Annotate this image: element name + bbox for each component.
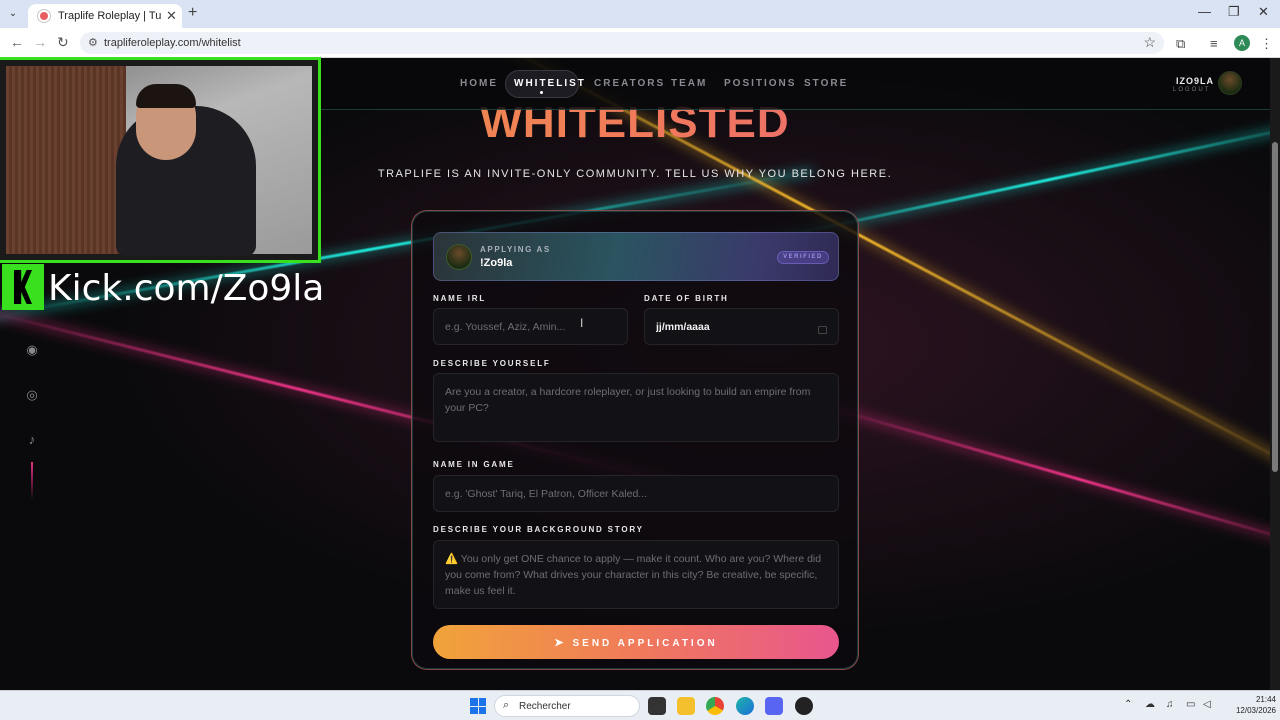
reload-icon[interactable]: ↻: [57, 34, 69, 51]
app-icon[interactable]: [795, 697, 813, 715]
text-cursor-icon: I: [580, 316, 584, 330]
webcam-background: [6, 66, 126, 254]
forward-icon[interactable]: →: [33, 34, 47, 50]
kick-banner: Kick.com/Zo9la: [2, 264, 324, 312]
browser-tab[interactable]: Traplife Roleplay | Tunisian GTA ✕: [28, 4, 182, 28]
streamer-hair: [136, 84, 196, 108]
scrollbar[interactable]: [1270, 58, 1280, 690]
nav-whitelist[interactable]: WHITELIST: [514, 78, 586, 89]
dob-label: DATE OF BIRTH: [644, 294, 729, 303]
profile-avatar[interactable]: A: [1234, 35, 1250, 51]
name-irl-label: NAME IRL: [433, 294, 487, 303]
nav-positions[interactable]: POSITIONS: [724, 78, 796, 89]
name-irl-input[interactable]: [433, 308, 628, 345]
search-icon: ⌕: [503, 699, 510, 711]
volume-icon[interactable]: ◁: [1203, 699, 1211, 710]
restore-icon[interactable]: ❐: [1228, 4, 1240, 20]
background-label: DESCRIBE YOUR BACKGROUND STORY: [433, 525, 644, 534]
clock-date: 12/03/2026: [1235, 706, 1276, 715]
close-window-icon[interactable]: ✕: [1258, 4, 1269, 20]
url-text: trapliferoleplay.com/whitelist: [104, 37, 241, 49]
extensions-icon[interactable]: ⧉: [1176, 36, 1185, 52]
user-avatar[interactable]: [1218, 71, 1242, 95]
whitelist-form: APPLYING AS !Zo9la VERIFIED NAME IRL DAT…: [411, 210, 859, 670]
task-view-icon[interactable]: [648, 697, 666, 715]
browser-tabbar: ⌄ Traplife Roleplay | Tunisian GTA ✕ + —…: [0, 0, 1280, 28]
windows-start-icon[interactable]: [470, 698, 486, 714]
send-icon: ➤: [554, 636, 567, 649]
light-beam: [791, 395, 1270, 564]
tiktok-icon[interactable]: ♪: [22, 430, 42, 450]
nav-store[interactable]: STORE: [804, 78, 848, 89]
network-icon[interactable]: ▭: [1186, 699, 1195, 710]
tab-title: Traplife Roleplay | Tunisian GTA: [58, 10, 162, 22]
discord-icon[interactable]: ◉: [22, 340, 42, 360]
applicant-name: !Zo9la: [480, 257, 513, 269]
nav-creators[interactable]: CREATORS: [594, 78, 665, 89]
background-textarea[interactable]: [433, 540, 839, 609]
ingame-label: NAME IN GAME: [433, 460, 515, 469]
kick-logo-icon: [2, 264, 44, 310]
tab-close-icon[interactable]: ✕: [166, 8, 177, 24]
logout-link[interactable]: LOGOUT: [1173, 87, 1210, 93]
social-divider: [31, 462, 33, 500]
microphone-icon[interactable]: ♫: [1166, 699, 1174, 710]
applying-label: APPLYING AS: [480, 245, 551, 254]
user-name: IZO9LA: [1176, 76, 1215, 86]
new-tab-icon[interactable]: +: [188, 4, 197, 22]
site-info-icon[interactable]: ⚙: [88, 36, 98, 49]
applying-as-banner: APPLYING AS !Zo9la VERIFIED: [433, 232, 839, 281]
verified-badge: VERIFIED: [777, 251, 829, 264]
media-icon[interactable]: ≡: [1210, 36, 1218, 51]
send-application-button[interactable]: ➤ SEND APPLICATION: [433, 625, 839, 659]
address-bar: ← → ↻ ⚙ trapliferoleplay.com/whitelist ☆…: [0, 28, 1280, 58]
applicant-avatar: [446, 244, 472, 270]
active-nav-dot: [540, 91, 543, 94]
dob-input[interactable]: [644, 308, 839, 345]
url-input[interactable]: ⚙ trapliferoleplay.com/whitelist ☆: [80, 32, 1164, 54]
tab-search-icon[interactable]: ⌄: [4, 5, 22, 23]
clock[interactable]: 21:44 12/03/2026: [1228, 694, 1276, 716]
taskbar-search-text: Rechercher: [519, 701, 571, 712]
instagram-icon[interactable]: ◎: [22, 385, 42, 405]
calendar-icon[interactable]: [818, 326, 827, 334]
bookmark-star-icon[interactable]: ☆: [1143, 34, 1156, 51]
describe-textarea[interactable]: [433, 373, 839, 442]
taskbar: ⌕ Rechercher ⌃ ☁ ♫ ▭ ◁ 21:44 12/03/2026: [0, 690, 1280, 720]
webcam-overlay: [0, 60, 318, 260]
edge-icon[interactable]: [736, 697, 754, 715]
nav-team[interactable]: TEAM: [671, 78, 707, 89]
taskbar-search[interactable]: ⌕ Rechercher: [494, 695, 640, 717]
menu-icon[interactable]: ⋮: [1260, 36, 1273, 52]
favicon-icon: [38, 10, 50, 22]
file-explorer-icon[interactable]: [677, 697, 695, 715]
scrollbar-thumb[interactable]: [1272, 142, 1278, 472]
tray-chevron-icon[interactable]: ⌃: [1124, 699, 1132, 710]
discord-taskbar-icon[interactable]: [765, 697, 783, 715]
minimize-icon[interactable]: —: [1198, 4, 1211, 19]
ingame-input[interactable]: [433, 475, 839, 512]
send-label: SEND APPLICATION: [572, 637, 718, 649]
nav-home[interactable]: HOME: [460, 78, 498, 89]
describe-label: DESCRIBE YOURSELF: [433, 359, 551, 368]
clock-time: 21:44: [1255, 695, 1276, 704]
kick-channel-text: Kick.com/Zo9la: [48, 268, 325, 309]
back-icon[interactable]: ←: [10, 34, 24, 50]
tray-app-icon[interactable]: ☁: [1145, 699, 1155, 710]
chrome-icon[interactable]: [706, 697, 724, 715]
